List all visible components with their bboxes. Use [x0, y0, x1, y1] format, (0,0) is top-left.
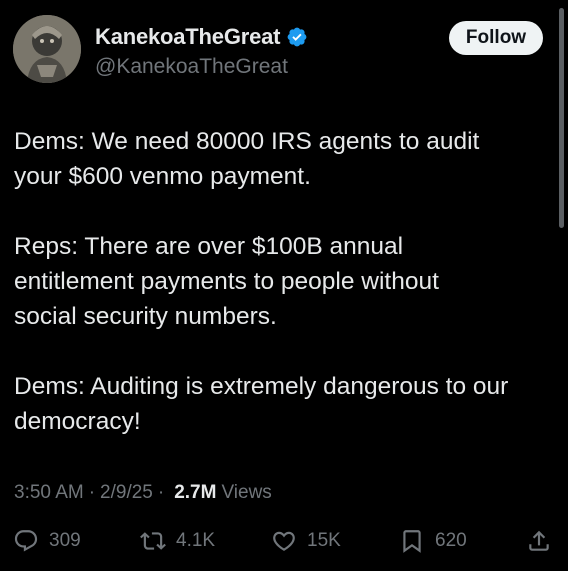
tweet-paragraph: Dems: We need 80000 IRS agents to audit …: [14, 128, 480, 190]
verified-badge-icon[interactable]: [286, 26, 308, 48]
tweet-time[interactable]: 3:50 AM: [14, 482, 84, 504]
scrollbar-thumb[interactable]: [559, 8, 564, 228]
follow-button[interactable]: Follow: [449, 21, 543, 55]
scrollbar[interactable]: [559, 0, 565, 230]
repost-button[interactable]: 4.1K: [140, 528, 215, 554]
reply-icon: [14, 530, 38, 552]
author-handle[interactable]: @KanekoaTheGreat: [95, 55, 288, 79]
tweet-date[interactable]: 2/9/25: [100, 482, 153, 504]
bookmark-button[interactable]: 620: [399, 528, 467, 554]
reply-button[interactable]: 309: [13, 528, 81, 554]
bookmark-icon: [403, 530, 421, 553]
repost-count: 4.1K: [176, 530, 216, 551]
separator: ·: [88, 482, 96, 503]
like-count: 15K: [307, 530, 341, 551]
repost-icon: [140, 532, 166, 550]
tweet-meta: 3:50 AM · 2/9/25 · 2.7M Views: [14, 482, 272, 504]
reply-count: 309: [49, 530, 81, 551]
views-label: Views: [221, 482, 272, 503]
tweet-paragraph: Dems: Auditing is extremely dangerous to…: [14, 373, 509, 435]
author-name-row: KanekoaTheGreat: [95, 24, 308, 50]
tweet-paragraph: Reps: There are over $100B annual entitl…: [14, 233, 439, 330]
avatar-image: [13, 15, 81, 83]
views-count[interactable]: 2.7M: [174, 482, 216, 504]
separator: ·: [157, 482, 165, 503]
share-icon: [529, 530, 549, 551]
avatar[interactable]: [13, 15, 81, 83]
tweet-body: Dems: We need 80000 IRS agents to audit …: [14, 124, 554, 474]
heart-icon: [273, 531, 295, 551]
share-button[interactable]: [526, 528, 552, 554]
action-bar: 309 4.1K 15K 620: [13, 528, 558, 562]
like-button[interactable]: 15K: [271, 528, 341, 554]
author-display-name[interactable]: KanekoaTheGreat: [95, 24, 280, 50]
bookmark-count: 620: [435, 530, 467, 551]
